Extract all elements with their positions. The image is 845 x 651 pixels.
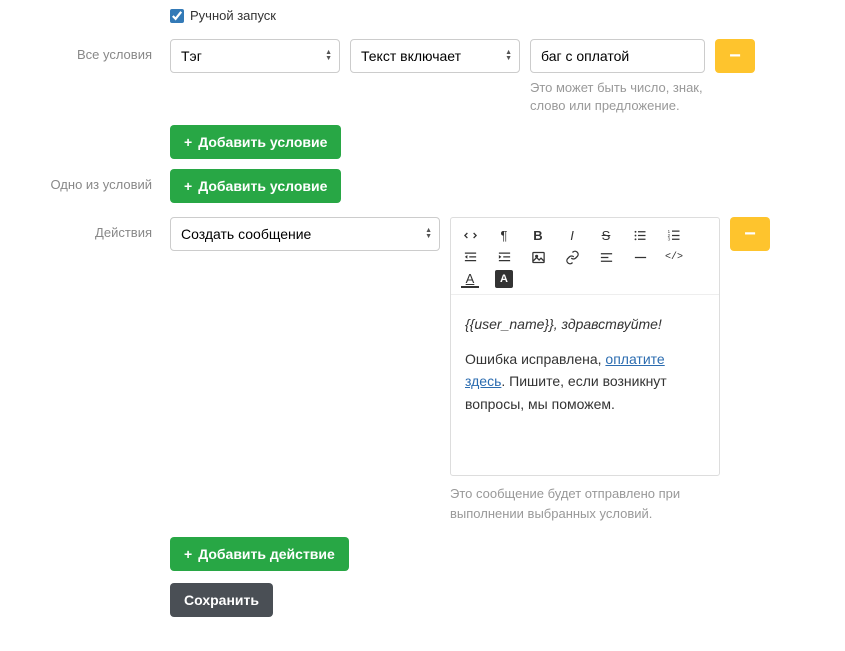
plus-icon: + bbox=[184, 134, 192, 150]
outdent-icon[interactable] bbox=[461, 248, 479, 266]
strikethrough-icon[interactable]: S bbox=[597, 226, 615, 244]
save-button[interactable]: Сохранить bbox=[170, 583, 273, 617]
editor-greeting: {{user_name}}, здравствуйте! bbox=[465, 313, 705, 335]
manual-launch-checkbox[interactable] bbox=[170, 9, 184, 23]
hr-icon[interactable] bbox=[631, 248, 649, 266]
remove-condition-button[interactable]: − bbox=[715, 39, 755, 73]
condition-operator-select[interactable]: Текст включает bbox=[350, 39, 520, 73]
remove-action-button[interactable]: − bbox=[730, 217, 770, 251]
code-view-icon[interactable] bbox=[461, 226, 479, 244]
unordered-list-icon[interactable] bbox=[631, 226, 649, 244]
condition-field-select[interactable]: Тэг bbox=[170, 39, 340, 73]
actions-label: Действия bbox=[20, 217, 170, 240]
condition-value-hint: Это может быть число, знак, слово или пр… bbox=[530, 79, 705, 115]
image-icon[interactable] bbox=[529, 248, 547, 266]
paragraph-icon[interactable]: ¶ bbox=[495, 226, 513, 244]
manual-launch-label: Ручной запуск bbox=[190, 8, 276, 23]
italic-icon[interactable]: I bbox=[563, 226, 581, 244]
plus-icon: + bbox=[184, 178, 192, 194]
link-icon[interactable] bbox=[563, 248, 581, 266]
html-icon[interactable]: </> bbox=[665, 248, 683, 266]
svg-text:3: 3 bbox=[667, 236, 670, 241]
align-icon[interactable] bbox=[597, 248, 615, 266]
editor-paragraph: Ошибка исправлена, оплатите здесь. Пишит… bbox=[465, 348, 705, 415]
ordered-list-icon[interactable]: 123 bbox=[665, 226, 683, 244]
editor-hint: Это сообщение будет отправлено при выпол… bbox=[450, 484, 720, 523]
all-conditions-label: Все условия bbox=[20, 39, 170, 62]
any-conditions-label: Одно из условий bbox=[20, 169, 170, 192]
editor-toolbar: ¶ B I S 123 </> A A bbox=[451, 218, 719, 295]
editor-content[interactable]: {{user_name}}, здравствуйте! Ошибка испр… bbox=[451, 295, 719, 475]
bold-icon[interactable]: B bbox=[529, 226, 547, 244]
indent-icon[interactable] bbox=[495, 248, 513, 266]
action-type-select[interactable]: Создать сообщение bbox=[170, 217, 440, 251]
add-all-condition-button[interactable]: + Добавить условие bbox=[170, 125, 341, 159]
background-color-icon[interactable]: A bbox=[495, 270, 513, 288]
add-any-condition-button[interactable]: + Добавить условие bbox=[170, 169, 341, 203]
font-color-icon[interactable]: A bbox=[461, 270, 479, 288]
message-editor: ¶ B I S 123 </> A A bbox=[450, 217, 720, 476]
plus-icon: + bbox=[184, 546, 192, 562]
condition-value-input[interactable] bbox=[530, 39, 705, 73]
add-action-button[interactable]: + Добавить действие bbox=[170, 537, 349, 571]
